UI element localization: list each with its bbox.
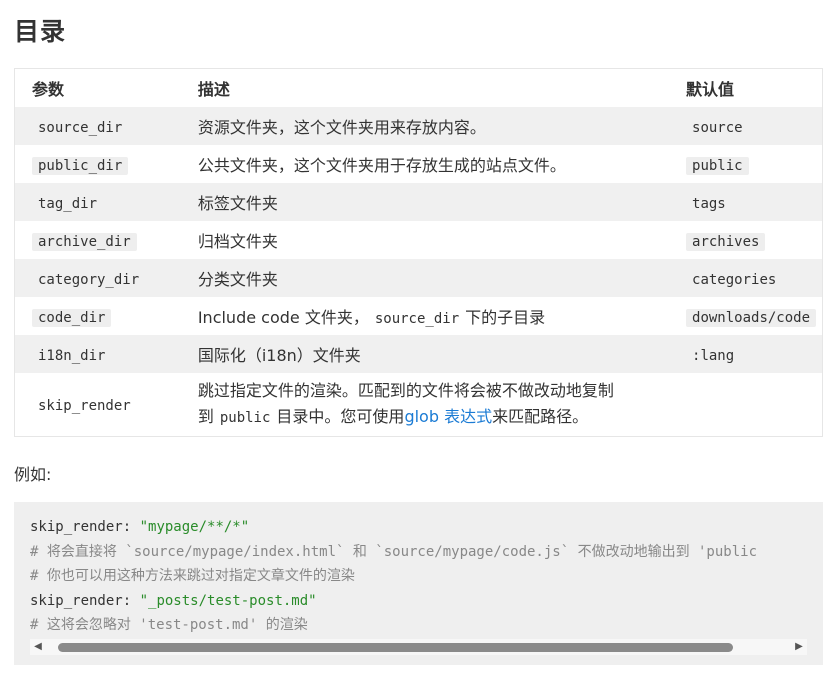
- param-desc: 资源文件夹，这个文件夹用来存放内容。: [181, 107, 687, 145]
- inline-code: source_dir: [374, 311, 460, 327]
- param-name: tag_dir: [38, 195, 98, 212]
- default-value: source: [692, 119, 743, 136]
- scroll-left-icon[interactable]: ◀: [30, 639, 46, 655]
- code-comment: # 将会直接将 `source/mypage/index.html` 和 `so…: [30, 543, 758, 560]
- table-row: category_dir 分类文件夹 categories: [14, 259, 823, 297]
- code-comment: # 这将会忽略对 'test-post.md' 的渲染: [30, 617, 308, 633]
- param-name: category_dir: [38, 271, 140, 288]
- param-desc: 国际化（i18n）文件夹: [181, 335, 687, 373]
- param-name: archive_dir: [32, 232, 137, 251]
- param-desc: 公共文件夹，这个文件夹用于存放生成的站点文件。: [197, 156, 566, 175]
- param-name: skip_render: [38, 398, 131, 414]
- code-comment: # 你也可以用这种方法来跳过对指定文章文件的渲染: [30, 568, 355, 584]
- default-value: tags: [692, 195, 726, 212]
- glob-link[interactable]: glob 表达式: [404, 407, 492, 426]
- default-value: [686, 373, 822, 437]
- param-desc: Include code 文件夹， source_dir 下的子目录: [197, 308, 546, 327]
- default-value: downloads/code: [686, 308, 817, 327]
- header-default: 默认值: [686, 80, 735, 99]
- table-row: i18n_dir 国际化（i18n）文件夹 :lang: [14, 335, 823, 373]
- example-label: 例如:: [14, 465, 52, 484]
- code-lines: skip_render: "mypage/**/*" # 将会直接将 `sourc…: [30, 515, 757, 638]
- table-row: code_dir Include code 文件夹， source_dir 下的子目…: [15, 297, 823, 335]
- table-row: archive_dir 归档文件夹 archives: [15, 221, 823, 259]
- param-desc: 标签文件夹: [181, 183, 687, 221]
- default-value: categories: [692, 271, 777, 288]
- horizontal-scrollbar[interactable]: ◀ ▶: [30, 639, 807, 655]
- param-desc: 分类文件夹: [181, 259, 687, 297]
- param-name: i18n_dir: [38, 347, 106, 364]
- header-desc: 描述: [197, 80, 230, 99]
- config-table: 参数 描述 默认值 source_dir 资源文件夹，这个文件夹用来存放内容。 …: [14, 68, 823, 437]
- table-row: source_dir 资源文件夹，这个文件夹用来存放内容。 source: [14, 107, 823, 145]
- scroll-right-icon[interactable]: ▶: [791, 639, 807, 655]
- table-header-row: 参数 描述 默认值: [15, 69, 823, 108]
- table-row: skip_render 跳过指定文件的渲染。匹配到的文件将会被不做改动地复制 到…: [15, 373, 823, 437]
- page-title: 目录: [14, 17, 67, 46]
- default-value: public: [686, 156, 749, 175]
- param-name: source_dir: [38, 119, 123, 136]
- param-name: code_dir: [32, 308, 112, 327]
- param-name: public_dir: [32, 156, 129, 175]
- code-block: skip_render: "mypage/**/*" # 将会直接将 `sourc…: [14, 502, 823, 665]
- code-line: skip_render: "_posts/test-post.md": [30, 592, 317, 609]
- inline-code: public: [219, 410, 271, 426]
- default-value: :lang: [692, 347, 735, 364]
- code-line: skip_render: "mypage/**/*": [30, 519, 250, 535]
- param-desc: 跳过指定文件的渲染。匹配到的文件将会被不做改动地复制 到 public 目录中。您可…: [197, 381, 614, 426]
- header-param: 参数: [32, 80, 65, 99]
- scroll-thumb[interactable]: [58, 643, 733, 652]
- default-value: archives: [686, 232, 766, 251]
- param-desc: 归档文件夹: [197, 232, 278, 251]
- table-row: public_dir 公共文件夹，这个文件夹用于存放生成的站点文件。 publi…: [15, 145, 823, 183]
- table-row: tag_dir 标签文件夹 tags: [14, 183, 823, 221]
